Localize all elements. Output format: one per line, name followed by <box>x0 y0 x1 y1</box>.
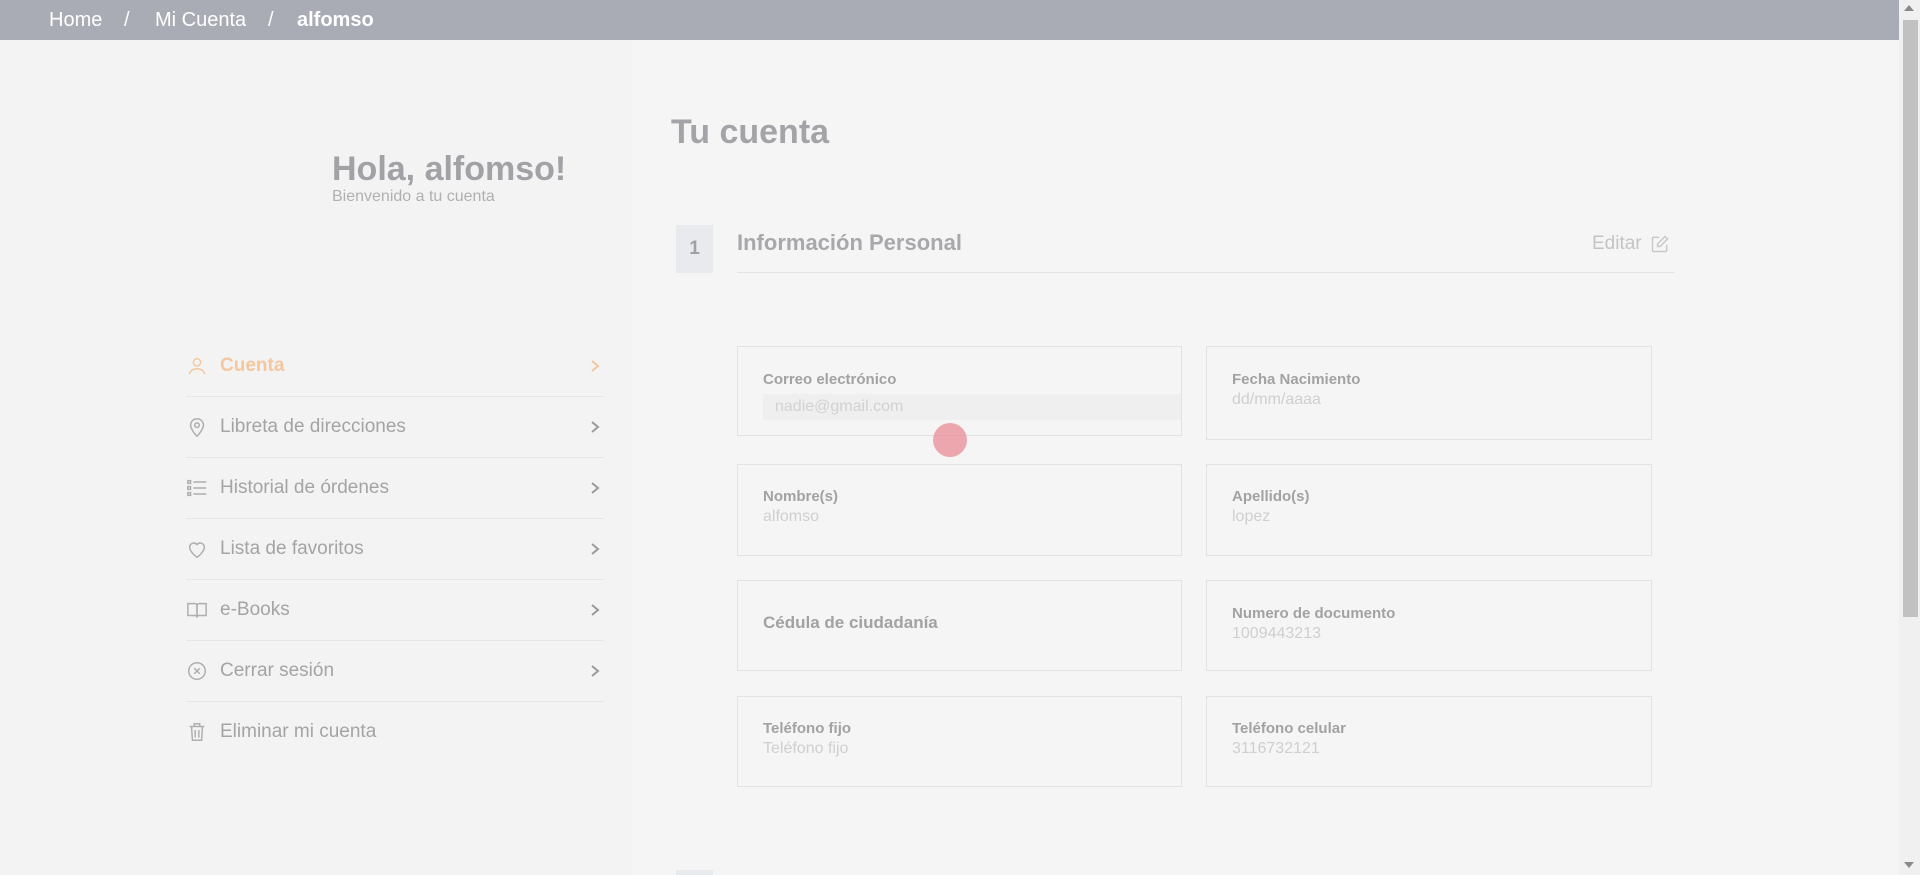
sidebar-item-label: Historial de órdenes <box>220 477 389 498</box>
chevron-right-icon <box>588 481 602 495</box>
document-number-field[interactable]: Numero de documento 1009443213 <box>1206 580 1652 671</box>
breadcrumb-account-link[interactable]: Mi Cuenta <box>155 9 246 32</box>
user-icon <box>186 355 208 377</box>
birthdate-label: Fecha Nacimiento <box>1232 371 1361 388</box>
sidebar-item-label: e-Books <box>220 599 290 620</box>
greeting-heading: Hola, alfomso! <box>332 150 567 188</box>
edit-icon <box>1651 235 1669 253</box>
heart-icon <box>186 538 208 560</box>
document-type-field[interactable]: Cédula de ciudadanía <box>737 580 1182 671</box>
mobile-field[interactable]: Teléfono celular 3116732121 <box>1206 696 1652 787</box>
next-section-badge <box>676 870 713 875</box>
email-input[interactable] <box>763 394 1181 420</box>
scroll-down-arrow-icon[interactable] <box>1904 862 1914 868</box>
email-field: Correo electrónico <box>737 346 1182 436</box>
chevron-right-icon <box>588 603 602 617</box>
document-number-value: 1009443213 <box>1232 625 1321 642</box>
mobile-label: Teléfono celular <box>1232 720 1346 737</box>
breadcrumb-separator: / <box>124 9 130 31</box>
chevron-right-icon <box>588 542 602 556</box>
cursor-indicator <box>933 423 967 457</box>
edit-label: Editar <box>1592 233 1642 254</box>
section-title: Información Personal <box>737 230 962 255</box>
breadcrumb-current: alfomso <box>297 9 374 31</box>
chevron-right-icon <box>588 664 602 678</box>
book-icon <box>186 599 208 621</box>
breadcrumb-separator: / <box>268 9 274 31</box>
last-name-label: Apellido(s) <box>1232 488 1310 505</box>
first-name-value: alfomso <box>763 508 820 525</box>
document-number-label: Numero de documento <box>1232 605 1396 622</box>
close-circle-icon <box>186 660 208 682</box>
greeting-subtitle: Bienvenido a tu cuenta <box>332 188 495 205</box>
sidebar-item-label: Eliminar mi cuenta <box>220 721 377 742</box>
sidebar-item-label: Cuenta <box>220 355 285 376</box>
birthdate-field[interactable]: Fecha Nacimiento dd/mm/aaaa <box>1206 346 1652 440</box>
breadcrumb: Home / Mi Cuenta / alfomso <box>0 0 1899 40</box>
landline-value: Teléfono fijo <box>763 740 849 757</box>
landline-label: Teléfono fijo <box>763 720 852 737</box>
sidebar-item-label: Libreta de direcciones <box>220 416 406 437</box>
section-divider <box>737 272 1675 273</box>
email-label: Correo electrónico <box>763 371 897 388</box>
scroll-up-arrow-icon[interactable] <box>1904 5 1914 11</box>
first-name-field[interactable]: Nombre(s) alfomso <box>737 464 1182 556</box>
birthdate-value: dd/mm/aaaa <box>1232 391 1321 408</box>
sidebar-menu: Cuenta Libreta de direcciones Historial … <box>186 336 604 762</box>
sidebar-item-cerrar-sesion[interactable]: Cerrar sesión <box>186 641 604 702</box>
landline-field[interactable]: Teléfono fijo Teléfono fijo <box>737 696 1182 787</box>
sidebar-item-favoritos[interactable]: Lista de favoritos <box>186 519 604 580</box>
edit-button[interactable]: Editar <box>1592 233 1670 255</box>
last-name-value: lopez <box>1232 508 1271 525</box>
sidebar-item-cuenta[interactable]: Cuenta <box>186 336 604 397</box>
sidebar-item-ebooks[interactable]: e-Books <box>186 580 604 641</box>
sidebar-item-historial[interactable]: Historial de órdenes <box>186 458 604 519</box>
sidebar-item-label: Cerrar sesión <box>220 660 335 681</box>
chevron-right-icon <box>588 359 602 373</box>
sidebar-item-eliminar-cuenta[interactable]: Eliminar mi cuenta <box>186 702 604 762</box>
list-icon <box>186 477 208 499</box>
breadcrumb-home-link[interactable]: Home <box>49 9 102 32</box>
first-name-label: Nombre(s) <box>763 488 839 505</box>
mobile-value: 3116732121 <box>1232 740 1320 757</box>
last-name-field[interactable]: Apellido(s) lopez <box>1206 464 1652 556</box>
sidebar-item-label: Lista de favoritos <box>220 538 364 559</box>
chevron-right-icon <box>588 420 602 434</box>
document-type-label: Cédula de ciudadanía <box>763 613 938 632</box>
scrollbar-thumb[interactable] <box>1903 20 1918 617</box>
trash-icon <box>186 721 208 743</box>
sidebar-item-libreta[interactable]: Libreta de direcciones <box>186 397 604 458</box>
section-number-badge: 1 <box>676 225 713 273</box>
page-title: Tu cuenta <box>671 113 830 151</box>
map-pin-icon <box>186 416 208 438</box>
